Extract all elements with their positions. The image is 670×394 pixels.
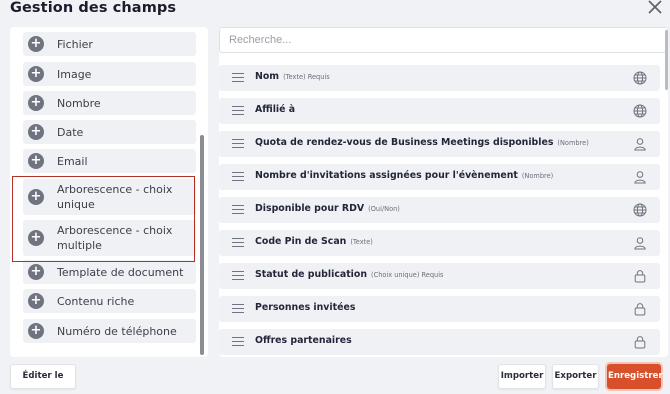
field-type-item-date[interactable]: + Date xyxy=(23,120,196,144)
field-type-item-image[interactable]: + Image xyxy=(23,62,196,86)
field-type-list: + Fichier + Image + Nombre + Date + Emai… xyxy=(10,27,208,357)
field-type-item-fichier[interactable]: + Fichier xyxy=(23,32,196,56)
field-name: Disponible pour RDV xyxy=(255,203,365,214)
drag-handle-icon[interactable] xyxy=(232,337,244,346)
person-icon[interactable] xyxy=(633,137,647,151)
field-type-item-contenu-riche[interactable]: + Contenu riche xyxy=(23,289,196,313)
field-type-item-telephone[interactable]: + Numéro de téléphone xyxy=(23,319,196,343)
field-name: Offres partenaires xyxy=(255,335,352,346)
field-type-item-arborescence-multiple[interactable]: + Arborescence - choix multiple xyxy=(23,220,196,256)
field-type-label: Fichier xyxy=(57,38,93,51)
field-list-panel: Nom(Texte) Requis Affilié à Quota de ren… xyxy=(219,27,668,357)
field-row-disponible-rdv[interactable]: Disponible pour RDV (Oui/Non) xyxy=(219,197,660,223)
drag-handle-icon[interactable] xyxy=(232,73,244,82)
field-row-quota-rdv[interactable]: Quota de rendez-vous de Business Meeting… xyxy=(219,131,660,157)
globe-icon[interactable] xyxy=(633,104,647,118)
right-scrollbar[interactable] xyxy=(665,30,668,90)
field-row-nom[interactable]: Nom (Texte) Requis xyxy=(219,65,660,91)
drag-handle-icon[interactable] xyxy=(232,172,244,181)
field-row-personnes-invitees[interactable]: Personnes invitées xyxy=(219,296,660,322)
edit-json-button[interactable]: Éditer le JSON xyxy=(10,364,76,389)
field-meta: (Texte) Requis xyxy=(283,73,330,81)
plus-circle-icon: + xyxy=(28,66,44,82)
field-meta: (Nombre) xyxy=(557,139,589,147)
plus-circle-icon: + xyxy=(28,36,44,52)
field-name: Nom xyxy=(255,71,280,82)
search-input[interactable] xyxy=(219,27,668,53)
field-meta: (Texte) xyxy=(350,238,373,246)
field-type-label: Nombre xyxy=(57,97,101,110)
drag-handle-icon[interactable] xyxy=(232,238,244,247)
lock-icon[interactable] xyxy=(633,335,647,349)
plus-circle-icon: + xyxy=(28,189,44,205)
left-scrollbar[interactable] xyxy=(200,135,204,355)
drag-handle-icon[interactable] xyxy=(232,106,244,115)
plus-circle-icon: + xyxy=(28,323,44,339)
lock-icon[interactable] xyxy=(633,302,647,316)
person-icon[interactable] xyxy=(633,170,647,184)
close-icon[interactable] xyxy=(648,0,662,14)
field-type-item-template[interactable]: + Template de document xyxy=(23,260,196,284)
field-type-label: Date xyxy=(57,126,84,139)
field-type-label: Numéro de téléphone xyxy=(57,325,177,338)
field-row-statut-publication[interactable]: Statut de publication (Choix unique) Requ… xyxy=(219,263,660,289)
modal-title: Gestion des champs xyxy=(10,0,177,16)
export-button[interactable]: Exporter xyxy=(552,364,599,389)
field-meta: (Choix unique) Requis xyxy=(371,271,444,279)
plus-circle-icon: + xyxy=(28,153,44,169)
field-type-label: Template de document xyxy=(57,266,184,279)
field-meta: (Oui/Non) xyxy=(368,205,400,213)
field-name: Code Pin de Scan xyxy=(255,236,347,247)
field-type-item-arborescence-unique[interactable]: + Arborescence - choix unique xyxy=(23,179,196,215)
save-button[interactable]: Enregistrer xyxy=(607,364,663,389)
drag-handle-icon[interactable] xyxy=(232,205,244,214)
field-name: Affilié à xyxy=(255,104,296,115)
globe-icon[interactable] xyxy=(633,203,647,217)
plus-circle-icon: + xyxy=(28,264,44,280)
drag-handle-icon[interactable] xyxy=(232,139,244,148)
drag-handle-icon[interactable] xyxy=(232,271,244,280)
field-type-label: Arborescence - choix unique xyxy=(57,183,173,211)
plus-circle-icon: + xyxy=(28,230,44,246)
field-name: Personnes invitées xyxy=(255,302,356,313)
drag-handle-icon[interactable] xyxy=(232,304,244,313)
field-type-label: Email xyxy=(57,155,88,168)
lock-icon[interactable] xyxy=(633,269,647,283)
field-type-label: Arborescence - choix multiple xyxy=(57,224,173,252)
field-type-label: Image xyxy=(57,68,92,81)
field-name: Statut de publication xyxy=(255,269,368,280)
field-meta: (Nombre) xyxy=(521,172,554,180)
field-type-item-nombre[interactable]: + Nombre xyxy=(23,91,196,115)
field-manager-modal: Gestion des champs + Fichier + Image + N… xyxy=(0,0,670,394)
field-type-item-email[interactable]: + Email xyxy=(23,149,196,173)
field-name: Quota de rendez-vous de Business Meeting… xyxy=(255,137,554,148)
globe-icon[interactable] xyxy=(633,71,647,85)
field-name: Nombre d'invitations assignées pour l'év… xyxy=(255,170,518,181)
field-row-invitations[interactable]: Nombre d'invitations assignées pour l'év… xyxy=(219,164,660,190)
field-row-code-pin[interactable]: Code Pin de Scan (Texte) xyxy=(219,230,660,256)
import-button[interactable]: Importer xyxy=(498,364,546,389)
field-row-offres-partenaires[interactable]: Offres partenaires xyxy=(219,329,660,355)
field-type-label: Contenu riche xyxy=(57,295,135,308)
person-icon[interactable] xyxy=(633,236,647,250)
plus-circle-icon: + xyxy=(28,95,44,111)
field-row-affilie[interactable]: Affilié à xyxy=(219,98,660,124)
plus-circle-icon: + xyxy=(28,124,44,140)
plus-circle-icon: + xyxy=(28,293,44,309)
